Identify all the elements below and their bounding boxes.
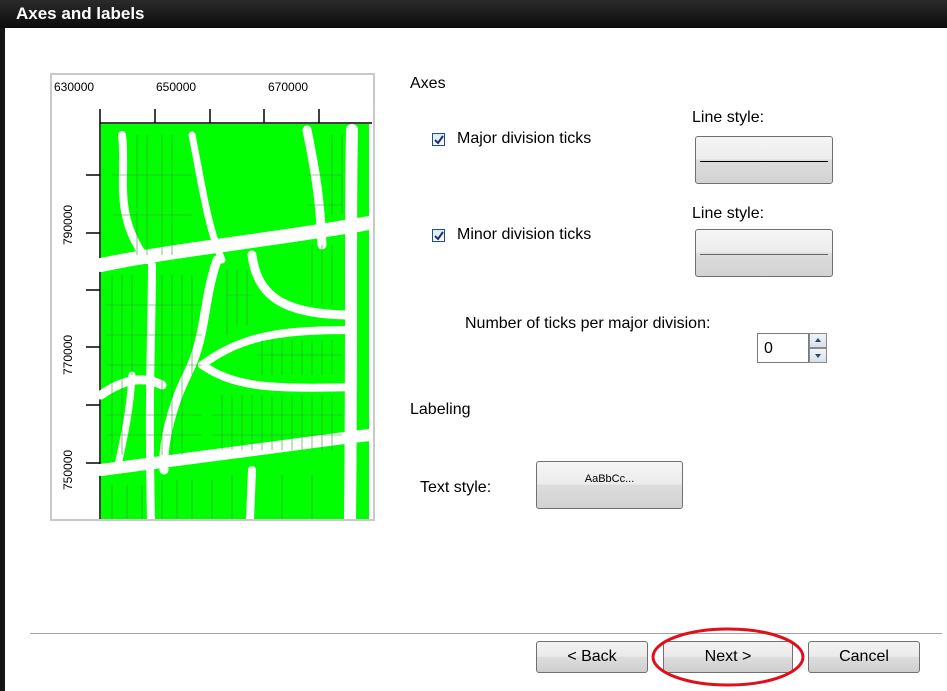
road xyxy=(145,261,156,523)
left-axis xyxy=(86,123,101,519)
back-button[interactable]: < Back xyxy=(536,641,648,673)
map-area xyxy=(94,124,376,525)
text-style-button[interactable]: AaBbCc... xyxy=(536,461,683,509)
major-ticks-checkbox[interactable] xyxy=(432,133,445,146)
text-style-sample: AaBbCc... xyxy=(584,473,635,485)
major-line-style-button[interactable] xyxy=(695,136,833,184)
dialog-content: 630000 650000 670000 790000 770000 75000… xyxy=(5,28,947,691)
checkmark-icon xyxy=(434,231,444,241)
minor-line-style-label: Line style: xyxy=(692,205,765,222)
minor-line-style-button[interactable] xyxy=(695,229,833,277)
map-preview: 630000 650000 670000 790000 770000 75000… xyxy=(50,73,376,525)
left-tick-label: 790000 xyxy=(61,205,75,245)
arrow-down-icon xyxy=(815,354,821,358)
axes-heading: Axes xyxy=(410,75,446,92)
spin-down-button[interactable] xyxy=(809,348,827,363)
road xyxy=(344,124,358,525)
labeling-heading: Labeling xyxy=(410,401,471,418)
highlight-ellipse xyxy=(651,627,805,687)
major-line-style-label: Line style: xyxy=(692,109,765,126)
ticks-per-major-input[interactable] xyxy=(757,333,809,363)
map-preview-canvas: 630000 650000 670000 790000 770000 75000… xyxy=(54,80,376,525)
minor-ticks-checkbox[interactable] xyxy=(432,229,445,242)
ticks-per-major-label: Number of ticks per major division: xyxy=(465,315,711,332)
top-axis xyxy=(99,109,372,124)
spin-up-button[interactable] xyxy=(809,333,827,348)
checkmark-icon xyxy=(434,135,444,145)
left-tick-label: 750000 xyxy=(61,450,75,490)
window-title: Axes and labels xyxy=(16,4,145,23)
top-tick-label: 630000 xyxy=(54,80,94,94)
major-ticks-label: Major division ticks xyxy=(457,130,592,147)
window-title-bar: Axes and labels xyxy=(0,0,947,28)
top-tick-label: 650000 xyxy=(156,80,196,94)
left-tick-label: 770000 xyxy=(61,335,75,375)
minor-ticks-label: Minor division ticks xyxy=(457,226,592,243)
thin-line-sample xyxy=(700,254,828,255)
arrow-up-icon xyxy=(815,338,821,342)
cancel-button[interactable]: Cancel xyxy=(808,641,920,673)
text-style-label: Text style: xyxy=(420,479,492,496)
solid-line-sample xyxy=(700,161,828,162)
road xyxy=(246,466,256,523)
top-tick-label: 670000 xyxy=(268,80,308,94)
